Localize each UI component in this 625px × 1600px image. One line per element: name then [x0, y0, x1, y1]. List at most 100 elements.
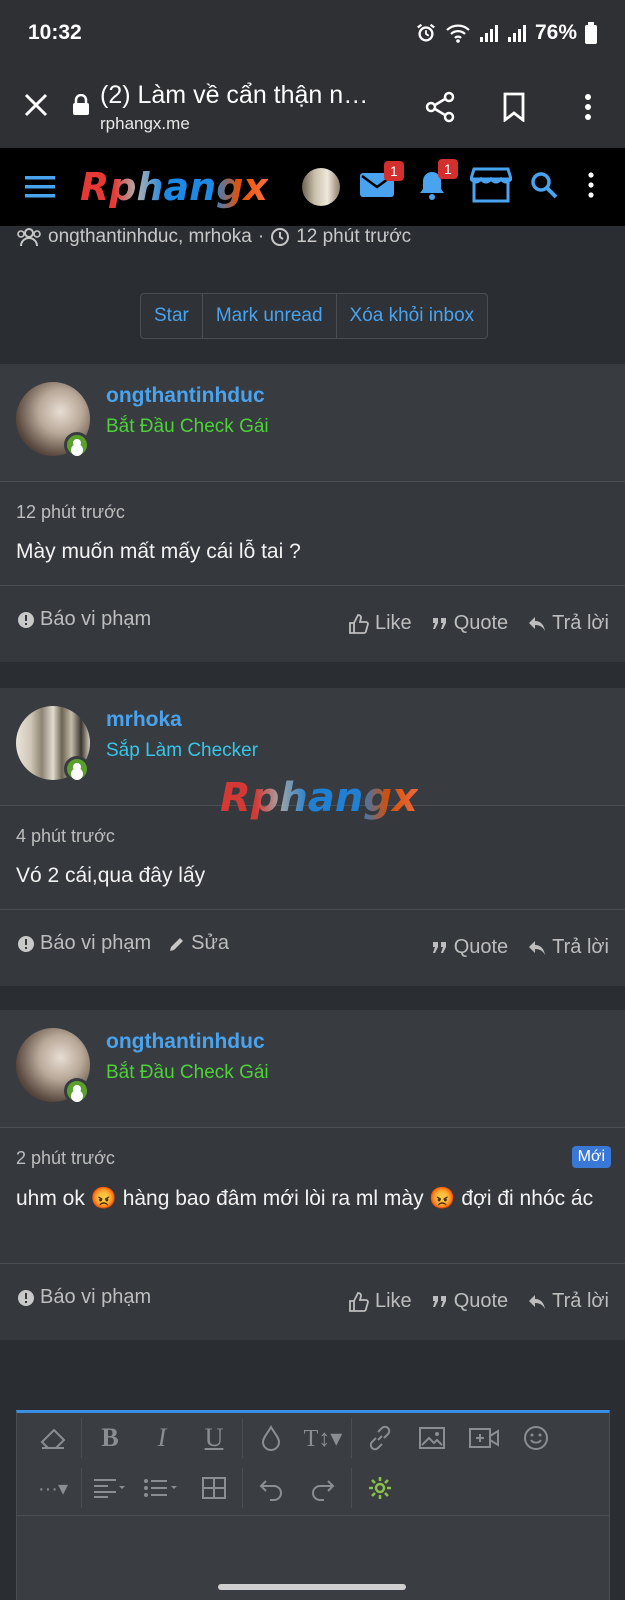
quote-button[interactable]: Quote	[432, 936, 508, 959]
settings-button[interactable]	[354, 1468, 406, 1508]
pencil-icon	[170, 937, 184, 951]
message-actions: Báo vi phạm Like Quote Trả lời	[0, 586, 625, 662]
close-tab-button[interactable]	[0, 92, 72, 123]
alerts-badge: 1	[437, 158, 458, 179]
home-indicator[interactable]	[218, 1584, 406, 1590]
like-button[interactable]: Like	[349, 1290, 412, 1313]
message-item: mrhoka Sắp Làm Checker 4 phút trước Vó 2…	[0, 688, 625, 986]
media-button[interactable]	[458, 1418, 510, 1458]
underline-icon: U	[204, 1423, 224, 1452]
report-button[interactable]: Báo vi phạm	[18, 608, 151, 631]
message-actions: Báo vi phạm Like Quote Trả lời	[0, 1264, 625, 1340]
share-button[interactable]	[403, 91, 477, 123]
inbox-button[interactable]: 1	[359, 160, 404, 204]
editor-toolbar-row: B I U T↕▾	[17, 1413, 609, 1463]
username-link[interactable]: mrhoka	[106, 708, 182, 732]
report-button[interactable]: Báo vi phạm	[18, 932, 151, 955]
edit-button[interactable]: Sửa	[169, 932, 229, 955]
quote-icon	[432, 941, 446, 953]
wifi-icon	[446, 24, 470, 43]
align-button[interactable]	[84, 1468, 136, 1508]
color-button[interactable]	[245, 1418, 297, 1458]
online-status-icon	[64, 1078, 90, 1104]
page-url: rphangx.me	[100, 113, 190, 133]
image-button[interactable]	[406, 1418, 458, 1458]
message-body: 4 phút trước Vó 2 cái,qua đây lấy	[0, 806, 625, 910]
hamburger-menu-button[interactable]	[0, 176, 80, 198]
reply-icon	[529, 616, 546, 631]
message-item: ongthantinhduc Bắt Đầu Check Gái 2 phút …	[0, 1010, 625, 1340]
font-size-button[interactable]: T↕▾	[297, 1418, 349, 1458]
user-title: Bắt Đầu Check Gái	[106, 416, 269, 437]
underline-button[interactable]: U	[188, 1418, 240, 1458]
eraser-button[interactable]	[27, 1418, 79, 1458]
like-button[interactable]: Like	[349, 612, 412, 635]
link-button[interactable]	[354, 1418, 406, 1458]
account-avatar[interactable]	[301, 168, 340, 206]
alert-circle-icon	[18, 1289, 34, 1306]
like-label: Like	[374, 612, 412, 634]
conversation-time: 12 phút trước	[296, 226, 412, 247]
search-icon	[531, 171, 558, 198]
username-link[interactable]: ongthantinhduc	[106, 384, 265, 408]
alert-circle-icon	[18, 611, 34, 628]
message-item: ongthantinhduc Bắt Đầu Check Gái 12 phút…	[0, 364, 625, 662]
more-horizontal-icon: ···▾	[37, 1477, 69, 1500]
emoji-button[interactable]	[510, 1418, 562, 1458]
inbox-badge: 1	[383, 160, 404, 181]
video-icon	[469, 1428, 499, 1448]
quote-label: Quote	[453, 1290, 509, 1312]
browser-toolbar: (2) Làm về cẩn thận nh... rphangx.me	[0, 66, 625, 148]
address-bar[interactable]: (2) Làm về cẩn thận nh... rphangx.me	[96, 81, 403, 134]
message-text: uhm ok 😡 hàng bao đâm mới lòi ra ml mày …	[16, 1184, 606, 1214]
thumbs-up-icon	[349, 613, 369, 634]
user-title: Sắp Làm Checker	[106, 740, 259, 761]
font-size-icon: T↕▾	[303, 1425, 343, 1452]
reply-label: Trả lời	[552, 936, 609, 958]
more-menu-button[interactable]	[551, 93, 625, 121]
list-icon	[144, 1479, 177, 1497]
clock-icon	[271, 228, 290, 246]
quote-button[interactable]: Quote	[432, 612, 508, 635]
search-button[interactable]	[530, 171, 558, 204]
mark-unread-button[interactable]: Mark unread	[203, 294, 337, 338]
signal-icon	[479, 25, 498, 42]
user-title: Bắt Đầu Check Gái	[106, 1062, 269, 1083]
reply-label: Trả lời	[552, 1290, 609, 1312]
reply-button[interactable]: Trả lời	[528, 1290, 609, 1313]
message-time[interactable]: 12 phút trước	[16, 502, 125, 523]
bold-button[interactable]: B	[84, 1418, 136, 1458]
message-time[interactable]: 4 phút trước	[16, 826, 115, 847]
alerts-button[interactable]: 1	[416, 158, 458, 206]
bookmark-icon	[503, 92, 525, 122]
redo-icon	[312, 1480, 335, 1501]
message-text-part: hàng bao đâm mới lòi ra ml mày	[116, 1187, 430, 1210]
remove-from-inbox-button[interactable]: Xóa khỏi inbox	[337, 294, 488, 338]
star-button[interactable]: Star	[141, 294, 203, 338]
store-button[interactable]	[468, 167, 513, 208]
thumbs-up-icon	[349, 1291, 369, 1312]
list-button[interactable]	[136, 1468, 188, 1508]
battery-icon	[585, 22, 597, 44]
reply-label: Trả lời	[552, 612, 609, 634]
quote-button[interactable]: Quote	[432, 1290, 508, 1313]
like-label: Like	[374, 1290, 412, 1312]
signal-icon-2	[507, 25, 526, 42]
italic-button[interactable]: I	[136, 1418, 188, 1458]
battery-level: 76%	[534, 21, 577, 44]
link-icon	[369, 1425, 391, 1451]
reply-button[interactable]: Trả lời	[528, 612, 609, 635]
align-left-icon	[94, 1479, 125, 1498]
site-logo[interactable]: Rphangx	[80, 165, 268, 209]
reply-button[interactable]: Trả lời	[528, 936, 609, 959]
report-button[interactable]: Báo vi phạm	[18, 1286, 151, 1309]
table-button[interactable]	[188, 1468, 240, 1508]
site-more-button[interactable]	[588, 171, 594, 203]
more-options-button[interactable]: ···▾	[27, 1468, 79, 1508]
username-link[interactable]: ongthantinhduc	[106, 1030, 265, 1054]
undo-button[interactable]	[245, 1468, 297, 1508]
participants: ongthantinhduc, mrhoka	[48, 226, 252, 247]
message-time[interactable]: 2 phút trước	[16, 1148, 115, 1169]
bookmark-button[interactable]	[477, 92, 551, 122]
redo-button[interactable]	[297, 1468, 349, 1508]
